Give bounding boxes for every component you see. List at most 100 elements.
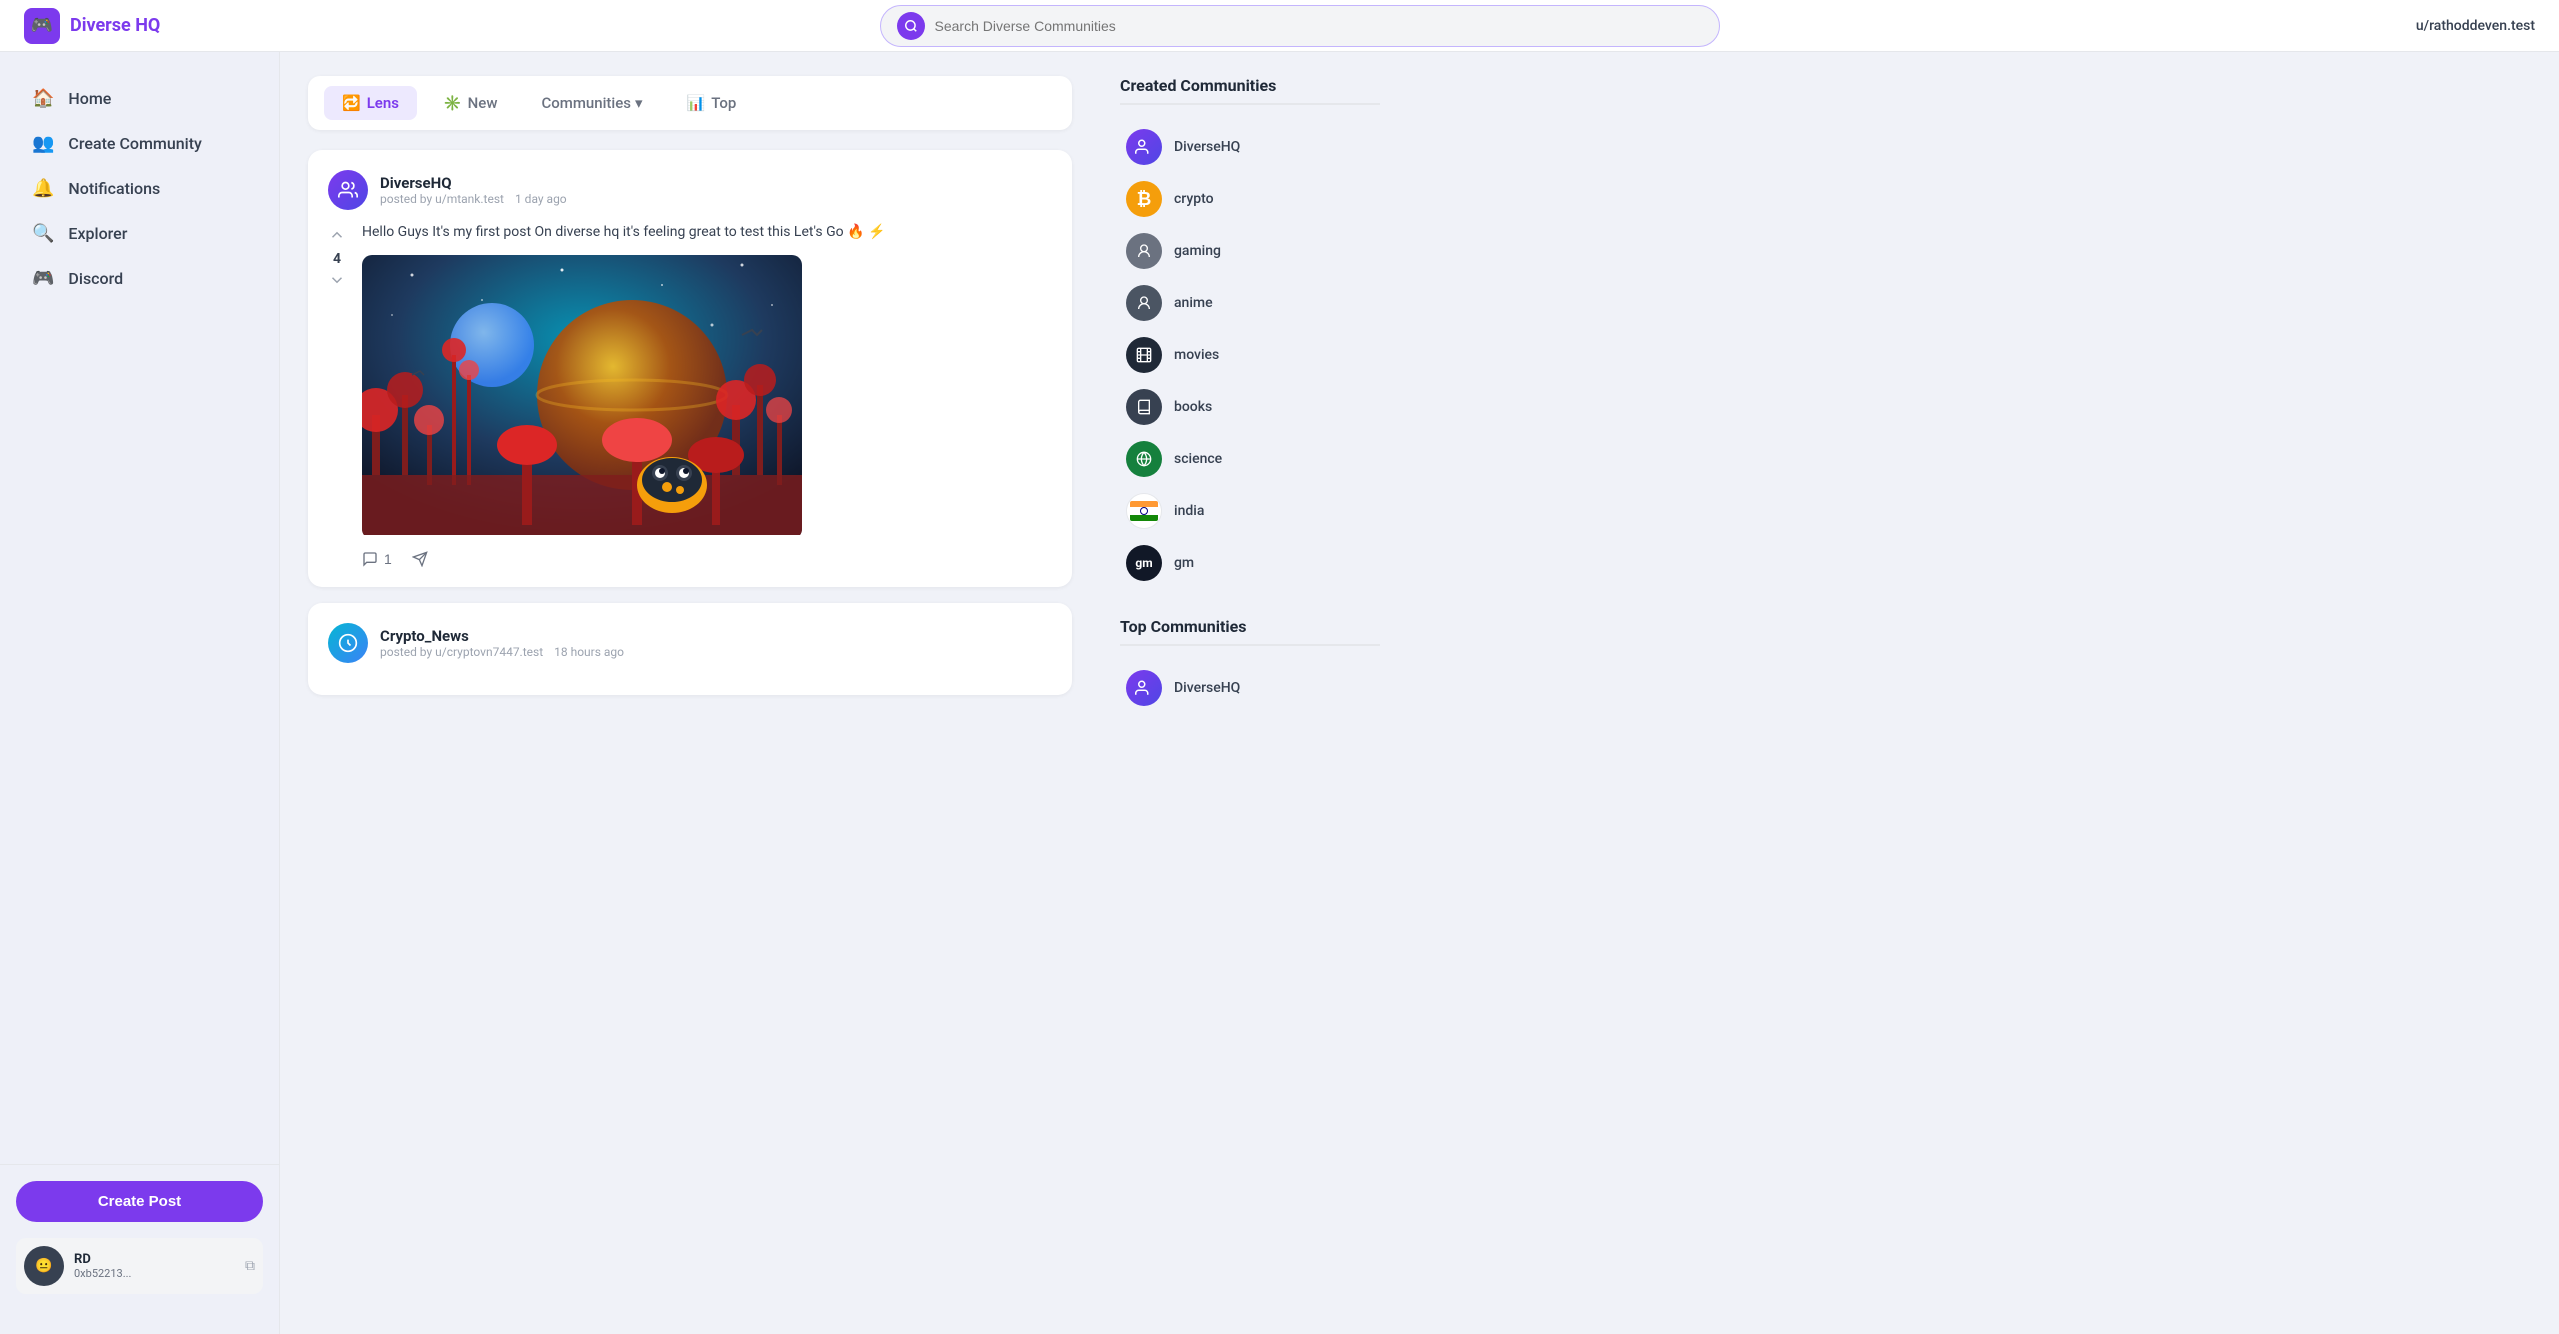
comm-name-books: books bbox=[1174, 399, 1212, 415]
comm-name-diversehq: DiverseHQ bbox=[1174, 139, 1240, 155]
comment-button-1[interactable]: 1 bbox=[362, 551, 392, 567]
create-community-icon: 👥 bbox=[32, 133, 54, 154]
comm-name-india: india bbox=[1174, 503, 1204, 519]
india-flag bbox=[1130, 501, 1158, 521]
tab-communities[interactable]: Communities ▾ bbox=[523, 86, 660, 120]
created-community-movies[interactable]: movies bbox=[1120, 329, 1380, 381]
comm-avatar-science bbox=[1126, 441, 1162, 477]
tab-new[interactable]: ✳️ New bbox=[425, 86, 516, 120]
sidebar-item-home[interactable]: 🏠 Home bbox=[16, 76, 263, 121]
comm-avatar-anime bbox=[1126, 285, 1162, 321]
comm-name-movies: movies bbox=[1174, 347, 1219, 363]
sidebar-label-explorer: Explorer bbox=[68, 224, 127, 243]
left-sidebar: 🏠 Home 👥 Create Community 🔔 Notification… bbox=[0, 52, 280, 1334]
sidebar-item-explorer[interactable]: 🔍 Explorer bbox=[16, 211, 263, 256]
created-community-science[interactable]: science bbox=[1120, 433, 1380, 485]
post-community-avatar-2 bbox=[328, 623, 368, 663]
created-community-books[interactable]: books bbox=[1120, 381, 1380, 433]
sidebar-label-create-community: Create Community bbox=[68, 134, 201, 153]
right-sidebar: Created Communities DiverseHQ ₿ crypto bbox=[1100, 52, 1400, 1334]
copy-address-icon[interactable]: ⧉ bbox=[245, 1258, 255, 1274]
comm-name-gm: gm bbox=[1174, 555, 1194, 571]
top-community-diversehq[interactable]: DiverseHQ bbox=[1120, 662, 1380, 714]
username-display: u/rathoddeven.test bbox=[2416, 18, 2535, 34]
comm-avatar-gaming bbox=[1126, 233, 1162, 269]
user-address: 0xb52213... bbox=[74, 1267, 235, 1280]
tab-lens[interactable]: 🔁 Lens bbox=[324, 86, 417, 120]
created-community-gm[interactable]: gm gm bbox=[1120, 537, 1380, 589]
sidebar-label-home: Home bbox=[68, 89, 111, 108]
comm-avatar-books bbox=[1126, 389, 1162, 425]
top-communities-section: Top Communities DiverseHQ bbox=[1120, 617, 1380, 714]
tab-new-label: New bbox=[468, 94, 498, 112]
sidebar-nav: 🏠 Home 👥 Create Community 🔔 Notification… bbox=[0, 76, 279, 1164]
created-communities-section: Created Communities DiverseHQ ₿ crypto bbox=[1120, 76, 1380, 589]
search-input[interactable] bbox=[935, 18, 1703, 34]
avatar: 😐 bbox=[24, 1246, 64, 1286]
post-text-1: Hello Guys It's my first post On diverse… bbox=[362, 222, 1052, 243]
comm-name-gaming: gaming bbox=[1174, 243, 1221, 259]
created-community-diversehq[interactable]: DiverseHQ bbox=[1120, 121, 1380, 173]
comm-avatar-india bbox=[1126, 493, 1162, 529]
user-info: RD 0xb52213... bbox=[74, 1252, 235, 1280]
sidebar-bottom: Create Post 😐 RD 0xb52213... ⧉ bbox=[0, 1164, 279, 1310]
notifications-icon: 🔔 bbox=[32, 178, 54, 199]
posted-by-label: posted by bbox=[380, 192, 435, 206]
sidebar-item-create-community[interactable]: 👥 Create Community bbox=[16, 121, 263, 166]
comm-avatar-top-diversehq bbox=[1126, 670, 1162, 706]
sidebar-item-discord[interactable]: 🎮 Discord bbox=[16, 256, 263, 301]
home-icon: 🏠 bbox=[32, 88, 54, 109]
post-header-1: DiverseHQ posted by u/mtank.test 1 day a… bbox=[328, 170, 1052, 210]
post-time-2: 18 hours ago bbox=[554, 645, 624, 659]
post-meta-2: Crypto_News posted by u/cryptovn7447.tes… bbox=[380, 627, 1052, 659]
created-community-anime[interactable]: anime bbox=[1120, 277, 1380, 329]
comment-count-1: 1 bbox=[384, 551, 392, 567]
user-area: u/rathoddeven.test bbox=[2315, 18, 2535, 34]
post-meta-1: DiverseHQ posted by u/mtank.test 1 day a… bbox=[380, 174, 1052, 206]
post-community-name-2[interactable]: Crypto_News bbox=[380, 627, 1052, 645]
sidebar-item-notifications[interactable]: 🔔 Notifications bbox=[16, 166, 263, 211]
created-community-india[interactable]: india bbox=[1120, 485, 1380, 537]
post-author-line-1: posted by u/mtank.test 1 day ago bbox=[380, 192, 1052, 206]
tab-top-label: Top bbox=[711, 94, 736, 112]
tab-top[interactable]: 📊 Top bbox=[669, 86, 755, 120]
explorer-icon: 🔍 bbox=[32, 223, 54, 244]
user-card: 😐 RD 0xb52213... ⧉ bbox=[16, 1238, 263, 1294]
logo-icon: 🎮 bbox=[24, 8, 60, 44]
vote-count-1: 4 bbox=[333, 251, 341, 267]
sidebar-label-discord: Discord bbox=[68, 269, 123, 288]
comm-avatar-diversehq bbox=[1126, 129, 1162, 165]
lens-icon: 🔁 bbox=[342, 94, 361, 112]
comm-name-science: science bbox=[1174, 451, 1222, 467]
user-display-name: RD bbox=[74, 1252, 235, 1267]
search-bar[interactable] bbox=[880, 5, 1720, 47]
post-author-line-2: posted by u/cryptovn7447.test 18 hours a… bbox=[380, 645, 1052, 659]
search-icon bbox=[897, 12, 925, 40]
btc-icon: ₿ bbox=[1137, 189, 1152, 210]
top-communities-title: Top Communities bbox=[1120, 617, 1380, 646]
tabs-bar: 🔁 Lens ✳️ New Communities ▾ 📊 Top bbox=[308, 76, 1072, 130]
comm-name-crypto: crypto bbox=[1174, 191, 1214, 207]
created-community-gaming[interactable]: gaming bbox=[1120, 225, 1380, 277]
downvote-button-1[interactable] bbox=[328, 271, 346, 292]
new-icon: ✳️ bbox=[443, 94, 462, 112]
post-community-avatar-1 bbox=[328, 170, 368, 210]
app-name: Diverse HQ bbox=[70, 15, 160, 36]
create-post-button[interactable]: Create Post bbox=[16, 1181, 263, 1222]
post-card-1: DiverseHQ posted by u/mtank.test 1 day a… bbox=[308, 150, 1072, 587]
share-button-1[interactable] bbox=[412, 551, 428, 567]
post-community-name-1[interactable]: DiverseHQ bbox=[380, 174, 1052, 192]
post-actions-1: 1 bbox=[362, 551, 1052, 567]
posted-by-label-2: posted by bbox=[380, 645, 435, 659]
upvote-button-1[interactable] bbox=[328, 226, 346, 247]
avatar-emoji: 😐 bbox=[35, 1258, 52, 1274]
post-author-1: u/mtank.test bbox=[435, 192, 504, 206]
created-community-crypto[interactable]: ₿ crypto bbox=[1120, 173, 1380, 225]
discord-icon: 🎮 bbox=[32, 268, 54, 289]
post-image-1 bbox=[362, 255, 802, 539]
comm-name-top-diversehq: DiverseHQ bbox=[1174, 680, 1240, 696]
comm-avatar-gm: gm bbox=[1126, 545, 1162, 581]
post-card-2: Crypto_News posted by u/cryptovn7447.tes… bbox=[308, 603, 1072, 695]
post-body-1: 4 Hello Guys It's my first post On diver… bbox=[328, 222, 1052, 567]
vote-col-1: 4 bbox=[328, 222, 346, 567]
